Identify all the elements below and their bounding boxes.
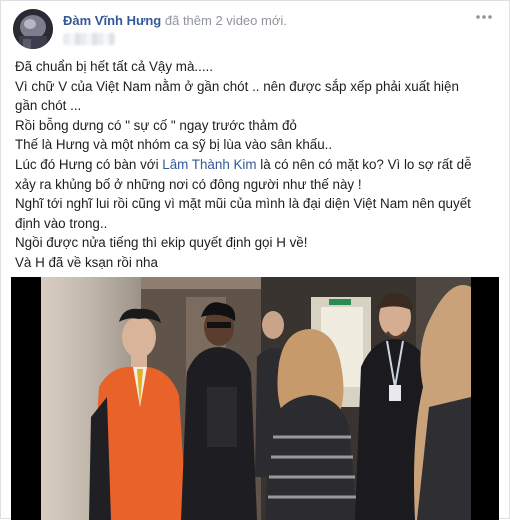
video-player[interactable]: [11, 277, 499, 520]
post-line-text: là có nên có mặt ko? Vì lo sợ rất dễ: [256, 156, 472, 172]
post-line: Đã chuẩn bị hết tất cả Vậy mà.....: [15, 59, 213, 74]
post-line: Thế là Hưng và một nhóm ca sỹ bị lùa vào…: [15, 137, 333, 153]
author-name-link[interactable]: Đàm Vĩnh Hưng: [63, 13, 161, 28]
tagged-person-link[interactable]: Lâm Thành Kim: [162, 157, 256, 172]
post-body-text: Đã chuẩn bị hết tất cả Vậy mà..... Vì ch…: [15, 57, 501, 273]
post-line: định vào trong..: [15, 215, 108, 231]
author-avatar[interactable]: [13, 9, 53, 49]
post-line: gần chót ...: [15, 98, 82, 114]
ellipsis-icon[interactable]: [473, 9, 495, 27]
post-line: Vì chữ V của Việt Nam nằm ở gần chót .. …: [15, 78, 459, 94]
post-action-text: đã thêm 2 video mới.: [164, 13, 287, 28]
post-line: xảy ra khủng bố ở những nơi có đông ngườ…: [15, 176, 362, 192]
post-line: Rồi bỗng dưng có " sự cố " ngay trước th…: [15, 117, 297, 133]
video-frame: [11, 277, 499, 520]
post-timestamp-blurred: [63, 33, 115, 45]
post-line: Ngồi được nửa tiếng thì ekip quyết định …: [15, 235, 308, 251]
post-line: Nghĩ tới nghĩ lui rồi cũng vì mặt mũi củ…: [15, 196, 471, 212]
post-line: Lúc đó Hưng có bàn với Lâm Thành Kim là …: [15, 155, 501, 175]
post-line-text: Lúc đó Hưng có bàn với: [15, 156, 163, 172]
post-line: Và H đã về ksạn rồi nha: [15, 254, 158, 270]
post-header: Đàm Vĩnh Hưng đã thêm 2 video mới.: [13, 9, 499, 57]
post-author-line: Đàm Vĩnh Hưng đã thêm 2 video mới.: [63, 13, 287, 28]
facebook-post-card: Đàm Vĩnh Hưng đã thêm 2 video mới. Đã ch…: [0, 0, 510, 520]
